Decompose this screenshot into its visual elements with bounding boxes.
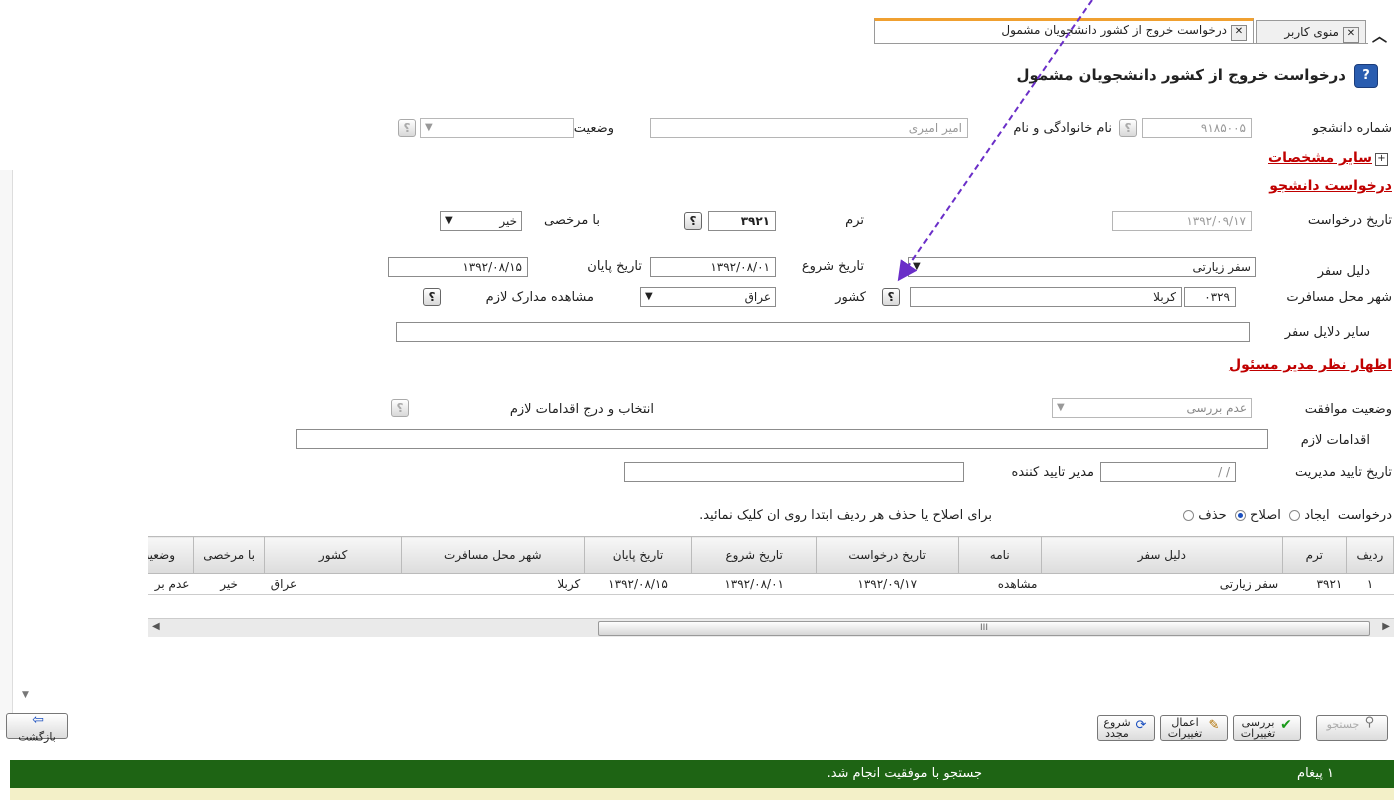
annotation-arrow bbox=[897, 0, 1093, 282]
